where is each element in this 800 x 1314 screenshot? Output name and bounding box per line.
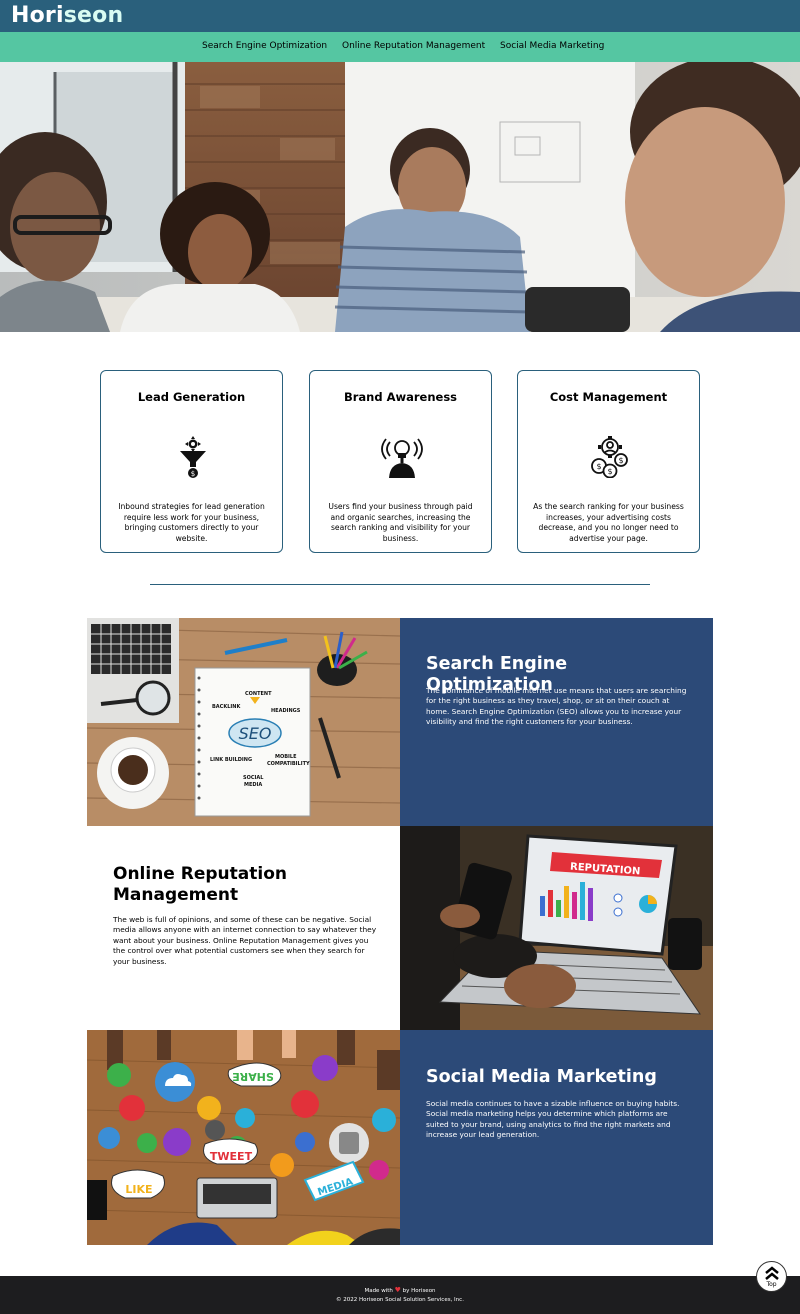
- site-footer: Made with ♥ by Horiseon © 2022 Horiseon …: [0, 1276, 800, 1314]
- section-title-line1: Online Reputation: [113, 864, 287, 884]
- footer-by: by Horiseon: [402, 1288, 436, 1294]
- seo-word-backlink: BACKLINK: [212, 704, 241, 710]
- seo-word: SEO: [239, 724, 272, 743]
- section-divider: [150, 584, 650, 585]
- seo-word-compatibility: COMPATIBILITY: [267, 761, 310, 767]
- card-description: As the search ranking for your business …: [533, 502, 684, 543]
- seo-word-mobile: MOBILE: [275, 754, 297, 760]
- seo-word-social: SOCIAL: [243, 775, 264, 781]
- seo-word-link-building: LINK BUILDING: [210, 757, 252, 763]
- card-title: Brand Awareness: [343, 390, 458, 404]
- heart-icon: ♥: [394, 1286, 401, 1294]
- social-text-panel: Social Media Marketing Social media cont…: [400, 1030, 713, 1245]
- back-to-top-label: Top: [766, 1281, 777, 1288]
- social-word-tweet: TWEET: [210, 1150, 253, 1163]
- card-description: Users find your business through paid an…: [328, 502, 473, 543]
- brand-broadcast-icon: [381, 438, 423, 478]
- section-description: Social media continues to have a sizable…: [426, 1099, 680, 1140]
- seo-notebook-photo: SEO CONTENT BACKLINK HEADINGS LINK BUILD…: [87, 618, 400, 826]
- section-description: The dominance of mobile internet use mea…: [426, 686, 687, 727]
- logo-text-accent: seon: [63, 3, 124, 28]
- footer-copyright: © 2022 Horiseon Social Solution Services…: [336, 1297, 464, 1303]
- section-reputation: Online Reputation Management The web is …: [87, 826, 713, 1030]
- seo-word-headings: HEADINGS: [271, 708, 301, 714]
- cost-coins-icon: $ $ $: [591, 436, 628, 478]
- svg-text:$: $: [607, 467, 612, 476]
- site-header: Horiseon: [0, 0, 800, 32]
- card-title: Cost Management: [549, 390, 668, 404]
- seo-image: SEO CONTENT BACKLINK HEADINGS LINK BUILD…: [87, 618, 400, 826]
- section-seo: SEO CONTENT BACKLINK HEADINGS LINK BUILD…: [87, 618, 713, 826]
- reputation-image: REPUTATION: [400, 826, 713, 1030]
- reputation-laptop-photo: REPUTATION: [400, 826, 713, 1030]
- hero-image: [0, 62, 800, 332]
- social-word-like: LIKE: [125, 1183, 152, 1196]
- card-lead-generation: Lead Generation $ Inbound strategies for…: [100, 370, 283, 553]
- double-chevron-up-icon: [765, 1266, 779, 1280]
- section-title: Online Reputation Management: [113, 864, 380, 906]
- hero-photo-office-team: [0, 62, 800, 332]
- social-image: SHARE TWEET LIKE MEDIA: [87, 1030, 400, 1245]
- lead-funnel-icon: $: [180, 436, 206, 478]
- social-media-table-photo: SHARE TWEET LIKE MEDIA: [87, 1030, 400, 1245]
- card-cost-management: Cost Management $ $ $ As the search rankin…: [517, 370, 700, 553]
- back-to-top-button[interactable]: Top: [756, 1261, 787, 1292]
- section-description: The web is full of opinions, and some of…: [113, 915, 377, 966]
- section-social: SHARE TWEET LIKE MEDIA Social Media Mark…: [87, 1030, 713, 1245]
- seo-word-content: CONTENT: [245, 691, 272, 697]
- site-logo[interactable]: Horiseon: [11, 3, 123, 28]
- section-title-line2: Management: [113, 885, 239, 905]
- footer-credit: Made with ♥ by Horiseon: [0, 1286, 800, 1294]
- card-brand-awareness: Brand Awareness Users find your business…: [309, 370, 492, 553]
- section-title: Social Media Marketing: [426, 1067, 657, 1087]
- svg-text:$: $: [596, 462, 601, 471]
- nav-link-reputation[interactable]: Online Reputation Management: [342, 41, 485, 51]
- social-word-share: SHARE: [232, 1070, 274, 1083]
- svg-text:$: $: [191, 470, 195, 478]
- reputation-text-panel: Online Reputation Management The web is …: [87, 826, 400, 1030]
- seo-text-panel: Search Engine Optimization The dominance…: [400, 618, 713, 826]
- nav-link-seo[interactable]: Search Engine Optimization: [202, 41, 327, 51]
- card-description: Inbound strategies for lead generation r…: [118, 502, 265, 543]
- card-title: Lead Generation: [137, 390, 246, 404]
- nav-link-social[interactable]: Social Media Marketing: [500, 41, 604, 51]
- footer-made-with: Made with: [364, 1288, 393, 1294]
- logo-text-primary: Hori: [11, 3, 64, 28]
- main-nav: Search Engine Optimization Online Reputa…: [0, 32, 800, 62]
- svg-text:$: $: [618, 456, 623, 465]
- seo-word-media: MEDIA: [244, 782, 262, 788]
